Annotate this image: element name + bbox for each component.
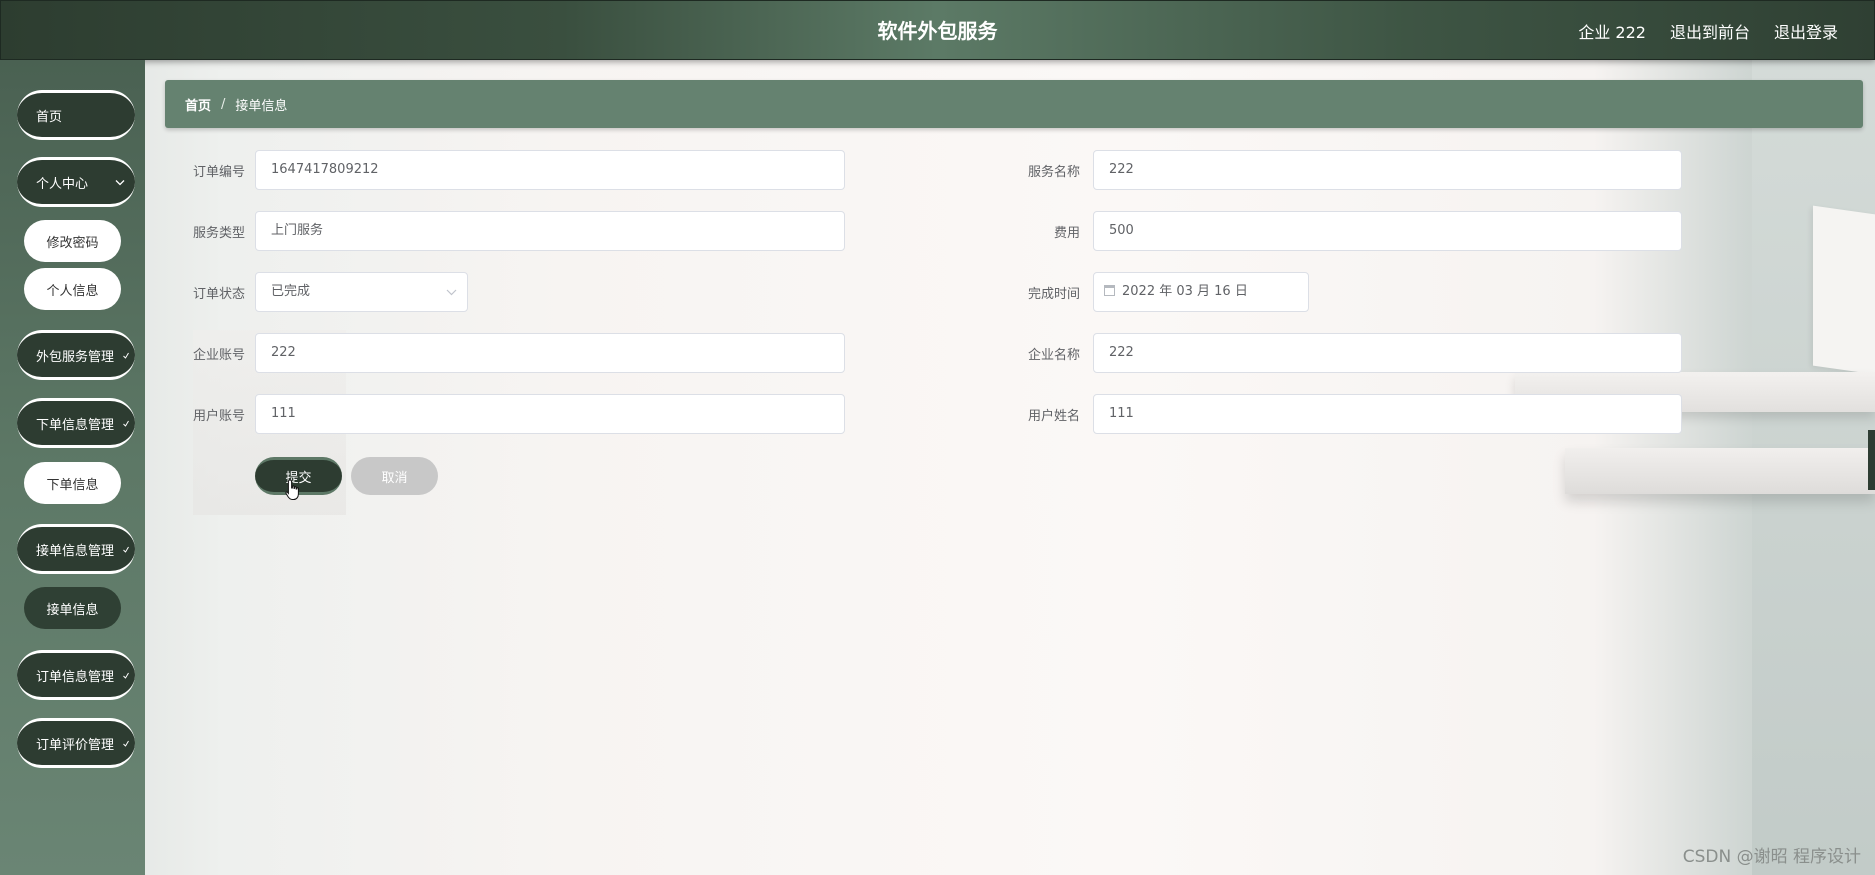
finish-time-label: 完成时间 xyxy=(1027,287,1080,302)
service-name-label: 服务名称 xyxy=(1027,165,1080,180)
order-status-label: 订单状态 xyxy=(192,287,245,302)
chevron-icon xyxy=(123,737,129,750)
user-name-label: 用户姓名 xyxy=(1027,409,1080,424)
sidebar-item-label: 接单信息管理 xyxy=(36,543,115,559)
order-no-field[interactable]: 1647417809212 xyxy=(255,150,845,190)
chevron-icon xyxy=(123,349,129,362)
breadcrumb-current: 接单信息 xyxy=(235,98,288,114)
sidebar-item-order-taking[interactable]: 接单信息 xyxy=(24,587,121,629)
background-frame xyxy=(1813,205,1875,375)
sidebar-item-change-password[interactable]: 修改密码 xyxy=(24,220,121,262)
sidebar-item-label: 个人中心 xyxy=(36,176,89,192)
fee-label: 费用 xyxy=(1053,226,1080,241)
chevron-icon xyxy=(123,417,129,430)
user-name-field[interactable]: 111 xyxy=(1093,394,1682,434)
order-no-label: 订单编号 xyxy=(192,165,245,180)
service-type-label: 服务类型 xyxy=(192,226,245,241)
sidebar-item-order-placement[interactable]: 下单信息 xyxy=(24,462,121,504)
breadcrumb: 首页 / 接单信息 xyxy=(165,80,1863,128)
sidebar: 首页 个人中心 修改密码 个人信息 外包服务管理 下单信息管理 下单信息 接单信… xyxy=(0,60,145,875)
calendar-icon xyxy=(1104,285,1115,296)
chevron-icon xyxy=(123,669,129,682)
exit-to-front-link[interactable]: 退出到前台 xyxy=(1670,19,1750,43)
service-type-field[interactable]: 上门服务 xyxy=(255,211,845,251)
sidebar-item-label: 修改密码 xyxy=(46,235,99,251)
sidebar-item-label: 外包服务管理 xyxy=(36,349,115,365)
breadcrumb-separator: / xyxy=(221,96,226,112)
order-status-select[interactable]: 已完成 xyxy=(255,272,468,312)
current-user: 企业 222 xyxy=(1578,23,1646,42)
sidebar-item-order-taking-management[interactable]: 接单信息管理 xyxy=(17,524,135,574)
company-name-field[interactable]: 222 xyxy=(1093,333,1682,373)
watermark: CSDN @谢昭 程序设计 xyxy=(1682,847,1861,867)
company-account-field[interactable]: 222 xyxy=(255,333,845,373)
breadcrumb-home-link[interactable]: 首页 xyxy=(185,95,211,114)
finish-time-value: 2022 年 03 月 16 日 xyxy=(1122,284,1248,299)
sidebar-item-label: 订单信息管理 xyxy=(36,669,115,685)
service-name-field[interactable]: 222 xyxy=(1093,150,1682,190)
sidebar-item-outsourcing-management[interactable]: 外包服务管理 xyxy=(17,330,135,380)
top-header: 软件外包服务 企业 222 退出到前台 退出登录 xyxy=(0,0,1875,60)
cancel-button[interactable]: 取消 xyxy=(351,457,438,495)
fee-field[interactable]: 500 xyxy=(1093,211,1682,251)
user-account-label: 用户账号 xyxy=(192,409,245,424)
company-account-label: 企业账号 xyxy=(192,348,245,363)
background-wall xyxy=(1752,60,1875,875)
user-account-field[interactable]: 111 xyxy=(255,394,845,434)
sidebar-item-label: 订单评价管理 xyxy=(36,737,115,753)
sidebar-item-label: 下单信息管理 xyxy=(36,417,115,433)
sidebar-item-order-review-management[interactable]: 订单评价管理 xyxy=(17,718,135,768)
chevron-icon xyxy=(123,543,129,556)
sidebar-item-home[interactable]: 首页 xyxy=(17,90,135,140)
finish-time-datepicker[interactable]: 2022 年 03 月 16 日 xyxy=(1093,272,1309,312)
company-name-label: 企业名称 xyxy=(1027,348,1080,363)
sidebar-item-label: 个人信息 xyxy=(46,283,99,299)
sidebar-item-label: 下单信息 xyxy=(46,477,99,493)
sidebar-item-order-placement-management[interactable]: 下单信息管理 xyxy=(17,398,135,448)
logout-link[interactable]: 退出登录 xyxy=(1774,19,1838,43)
hand-cursor-icon xyxy=(285,479,299,500)
sidebar-item-label: 首页 xyxy=(36,109,63,125)
sidebar-item-label: 接单信息 xyxy=(46,602,99,618)
chevron-down-icon xyxy=(446,273,457,311)
cancel-button-label: 取消 xyxy=(381,470,408,486)
order-status-value: 已完成 xyxy=(271,284,311,299)
sidebar-item-personal-center[interactable]: 个人中心 xyxy=(17,157,135,207)
sidebar-item-order-info-management[interactable]: 订单信息管理 xyxy=(17,650,135,700)
background-shelf xyxy=(1565,448,1875,494)
chevron-down-icon xyxy=(115,176,125,189)
header-actions: 企业 222 退出到前台 退出登录 xyxy=(1578,1,1838,61)
scroll-edge xyxy=(1868,430,1875,490)
sidebar-item-personal-info[interactable]: 个人信息 xyxy=(24,268,121,310)
